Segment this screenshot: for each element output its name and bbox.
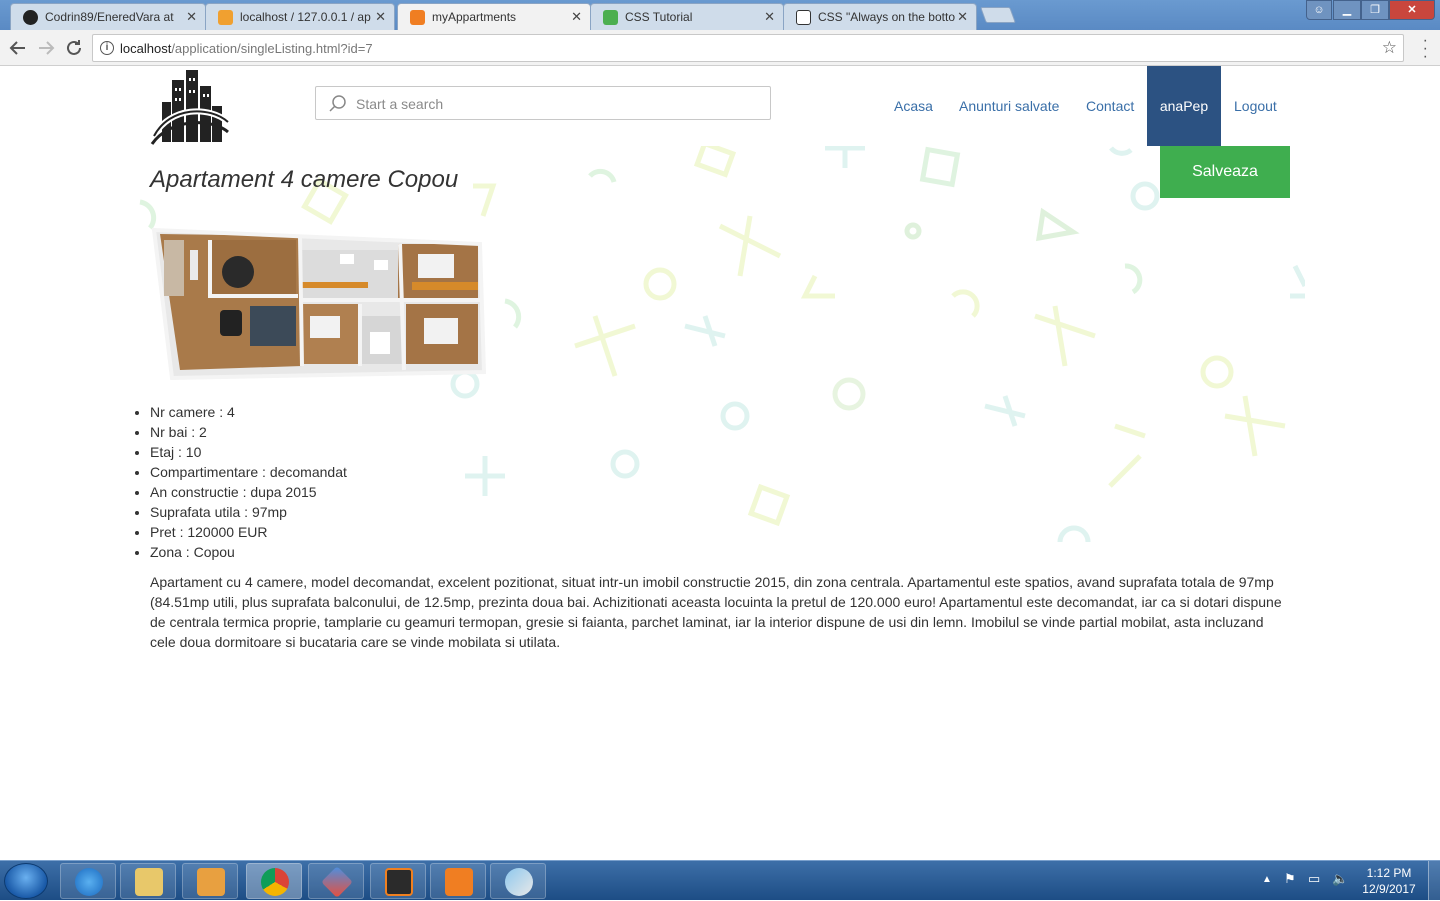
taskbar-file-explorer[interactable] [120, 863, 176, 899]
taskbar-sublime-text[interactable] [370, 863, 426, 899]
nav-link-contact[interactable]: Contact [1086, 98, 1134, 114]
search-icon [329, 95, 346, 112]
codepen-icon [796, 10, 811, 25]
info-icon[interactable]: i [100, 41, 114, 55]
url-text: localhost/application/singleListing.html… [120, 41, 373, 56]
volume-muted-icon[interactable]: 🔈 [1332, 871, 1348, 887]
system-clock[interactable]: 1:12 PM 12/9/2017 [1356, 865, 1422, 897]
start-button[interactable] [4, 863, 48, 899]
spec-item: Nr bai : 2 [150, 422, 347, 442]
taskbar-internet-explorer[interactable] [60, 863, 116, 899]
taskbar-sourcetree[interactable] [308, 863, 364, 899]
close-icon[interactable]: ✕ [571, 9, 582, 25]
sourcetree-icon [321, 866, 353, 898]
network-icon[interactable]: ▭ [1308, 871, 1320, 887]
sublime-text-icon [385, 868, 413, 896]
show-hidden-icons[interactable]: ▲ [1262, 874, 1272, 885]
action-center-flag-icon[interactable]: ⚑ [1284, 871, 1296, 887]
search-box[interactable]: Start a search [315, 86, 771, 120]
spec-item: Suprafata utila : 97mp [150, 502, 347, 522]
tab-label: localhost / 127.0.0.1 / ap [240, 10, 371, 24]
listing-description: Apartament cu 4 camere, model decomandat… [150, 574, 1282, 650]
folder-icon [135, 868, 163, 896]
floor-plan-image[interactable] [150, 220, 488, 380]
bookmark-star-icon[interactable]: ☆ [1382, 38, 1397, 58]
clock-time: 1:12 PM [1366, 866, 1412, 880]
taskbar-xampp[interactable] [430, 863, 486, 899]
browser-tab-myappartments[interactable]: myAppartments ✕ [397, 3, 591, 30]
page-viewport: Start a search Acasa Anunturi salvate Co… [0, 66, 1440, 860]
nav-link-anunturi-salvate[interactable]: Anunturi salvate [959, 98, 1059, 114]
taskbar-media-player[interactable] [182, 863, 238, 899]
browser-tabstrip: Codrin89/EneredVara at ✕ localhost / 127… [0, 0, 1440, 30]
listing-title: Apartament 4 camere Copou [150, 166, 459, 193]
listing-specs: Nr camere : 4 Nr bai : 2 Etaj : 10 Compa… [150, 402, 347, 562]
taskbar-chrome[interactable] [246, 863, 302, 899]
chrome-icon [261, 868, 289, 896]
tab-label: Codrin89/EneredVara at [45, 10, 174, 24]
nav-link-acasa[interactable]: Acasa [894, 98, 933, 114]
close-icon[interactable]: ✕ [375, 9, 386, 25]
reload-button[interactable] [62, 36, 86, 60]
internet-explorer-icon [75, 868, 103, 896]
close-icon[interactable]: ✕ [957, 9, 968, 25]
tab-label: CSS "Always on the botto [818, 10, 955, 24]
media-player-icon [197, 868, 225, 896]
restore-button[interactable]: ❐ [1361, 0, 1389, 20]
w3schools-icon [603, 10, 618, 25]
xampp-icon [410, 10, 425, 25]
spec-item: Etaj : 10 [150, 442, 347, 462]
tab-label: CSS Tutorial [625, 10, 693, 24]
save-listing-button[interactable]: Salveaza [1160, 146, 1290, 198]
forward-button[interactable] [34, 36, 58, 60]
address-bar[interactable]: i localhost/application/singleListing.ht… [92, 34, 1404, 62]
new-tab-button[interactable] [980, 7, 1016, 23]
paint-icon [505, 868, 533, 896]
browser-tab-github[interactable]: Codrin89/EneredVara at ✕ [10, 3, 206, 30]
browser-menu-icon[interactable]: · · · [1423, 33, 1428, 65]
browser-tab-css-tutorial[interactable]: CSS Tutorial ✕ [590, 3, 784, 30]
browser-toolbar: i localhost/application/singleListing.ht… [0, 30, 1440, 66]
user-profile-button[interactable]: ☺ [1306, 0, 1332, 20]
github-icon [23, 10, 38, 25]
taskbar-paint[interactable] [490, 863, 546, 899]
minimize-button[interactable]: ▁ [1333, 0, 1361, 20]
phpmyadmin-icon [218, 10, 233, 25]
clock-date: 12/9/2017 [1362, 882, 1416, 896]
site-logo[interactable] [150, 66, 230, 146]
xampp-icon [445, 868, 473, 896]
reload-icon [67, 40, 81, 55]
back-arrow-icon [9, 41, 25, 55]
browser-tab-codepen[interactable]: CSS "Always on the botto ✕ [783, 3, 977, 30]
nav-link-logout[interactable]: Logout [1234, 98, 1277, 114]
spec-item: Nr camere : 4 [150, 402, 347, 422]
close-icon[interactable]: ✕ [764, 9, 775, 25]
forward-arrow-icon [39, 41, 55, 55]
close-window-button[interactable]: ✕ [1389, 0, 1435, 20]
spec-item: Zona : Copou [150, 542, 347, 562]
browser-tab-phpmyadmin[interactable]: localhost / 127.0.0.1 / ap ✕ [205, 3, 395, 30]
spec-item: An constructie : dupa 2015 [150, 482, 347, 502]
windows-taskbar: ▲ ⚑ ▭ 🔈 1:12 PM 12/9/2017 [0, 860, 1440, 901]
spec-item: Pret : 120000 EUR [150, 522, 347, 542]
search-placeholder: Start a search [356, 96, 444, 112]
close-icon[interactable]: ✕ [186, 9, 197, 25]
show-desktop-button[interactable] [1428, 861, 1440, 901]
spec-item: Compartimentare : decomandat [150, 462, 347, 482]
user-account-tab[interactable]: anaPep [1147, 66, 1221, 146]
tab-label: myAppartments [432, 10, 517, 24]
back-button[interactable] [6, 36, 30, 60]
